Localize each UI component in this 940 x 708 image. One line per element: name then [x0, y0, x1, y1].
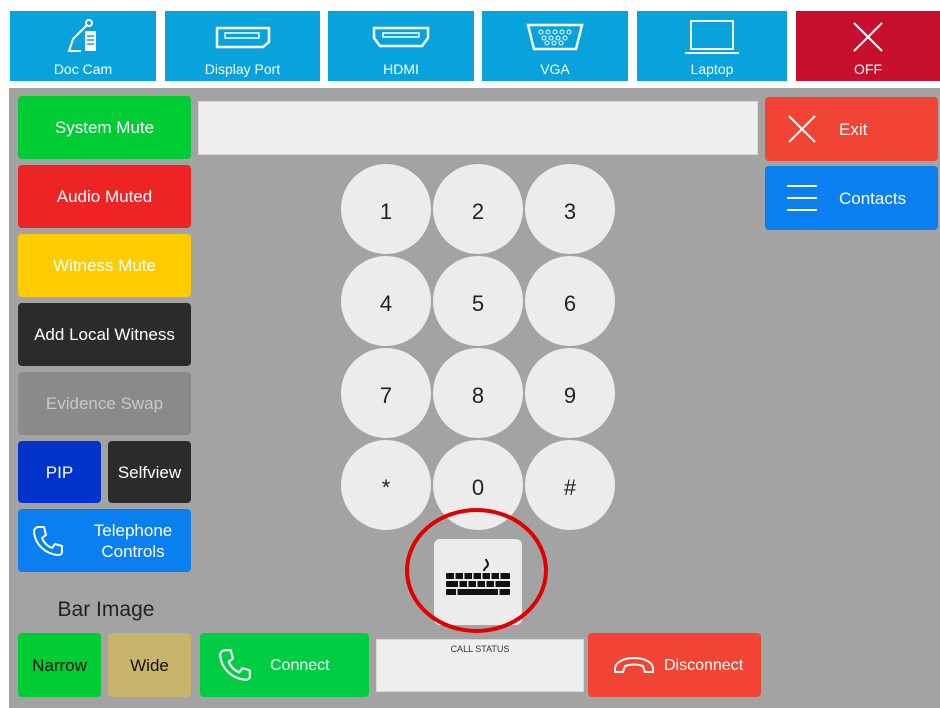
exit-label: Exit [839, 119, 868, 139]
keypad-key-6[interactable]: 6 [525, 256, 615, 346]
audio-muted-button[interactable]: Audio Muted [18, 165, 191, 228]
bar-image-wide-button[interactable]: Wide [108, 633, 191, 697]
connect-label: Connect [270, 656, 330, 674]
menu-icon [765, 183, 839, 213]
source-label: Display Port [204, 61, 281, 77]
source-hdmi-button[interactable]: HDMI [328, 11, 474, 81]
phone-icon [18, 524, 78, 558]
disconnect-button[interactable]: Disconnect [588, 633, 761, 697]
keypad-key-hash[interactable]: # [525, 440, 615, 530]
highlight-ring [405, 508, 548, 633]
contacts-label: Contacts [839, 188, 907, 208]
keypad-key-9[interactable]: 9 [525, 348, 615, 438]
source-label: Doc Cam [53, 61, 113, 77]
hdmi-icon [328, 17, 474, 57]
telephone-controls-label: Telephone Controls [93, 520, 173, 561]
phone-icon [200, 647, 270, 683]
pip-button[interactable]: PIP [18, 441, 101, 503]
hang-up-icon [588, 654, 660, 676]
display-port-icon [165, 17, 320, 57]
laptop-icon [637, 17, 787, 57]
disconnect-label: Disconnect [664, 656, 744, 674]
keypad-key-4[interactable]: 4 [341, 256, 431, 346]
exit-button[interactable]: Exit [765, 97, 938, 161]
bar-image-narrow-button[interactable]: Narrow [18, 633, 101, 697]
close-icon [765, 113, 839, 145]
telephone-controls-button[interactable]: Telephone Controls [18, 509, 191, 572]
connect-button[interactable]: Connect [200, 633, 369, 697]
witness-mute-button[interactable]: Witness Mute [18, 234, 191, 297]
source-label: Laptop [690, 61, 734, 77]
selfview-button[interactable]: Selfview [108, 441, 191, 503]
keypad-key-star[interactable]: * [341, 440, 431, 530]
vga-icon [482, 17, 628, 57]
evidence-swap-button[interactable]: Evidence Swap [18, 372, 191, 435]
call-status-box: CALL STATUS [376, 639, 584, 692]
doc-cam-icon [10, 17, 156, 57]
source-laptop-button[interactable]: Laptop [637, 11, 787, 81]
keypad-key-7[interactable]: 7 [341, 348, 431, 438]
source-vga-button[interactable]: VGA [482, 11, 628, 81]
keypad-key-2[interactable]: 2 [433, 164, 523, 254]
dial-input[interactable] [198, 101, 758, 155]
contacts-button[interactable]: Contacts [765, 166, 938, 230]
source-display-port-button[interactable]: Display Port [165, 11, 320, 81]
keypad-key-8[interactable]: 8 [433, 348, 523, 438]
keypad-key-5[interactable]: 5 [433, 256, 523, 346]
system-off-button[interactable]: OFF [796, 11, 940, 81]
bar-image-title: Bar Image [57, 598, 155, 621]
keypad-key-3[interactable]: 3 [525, 164, 615, 254]
source-label: OFF [854, 61, 882, 77]
call-status-label: CALL STATUS [450, 644, 510, 654]
system-mute-button[interactable]: System Mute [18, 96, 191, 159]
add-local-witness-button[interactable]: Add Local Witness [18, 303, 191, 366]
source-doc-cam-button[interactable]: Doc Cam [10, 11, 156, 81]
keypad-key-1[interactable]: 1 [341, 164, 431, 254]
close-icon [796, 17, 940, 57]
source-label: VGA [540, 61, 570, 77]
source-label: HDMI [383, 61, 419, 77]
